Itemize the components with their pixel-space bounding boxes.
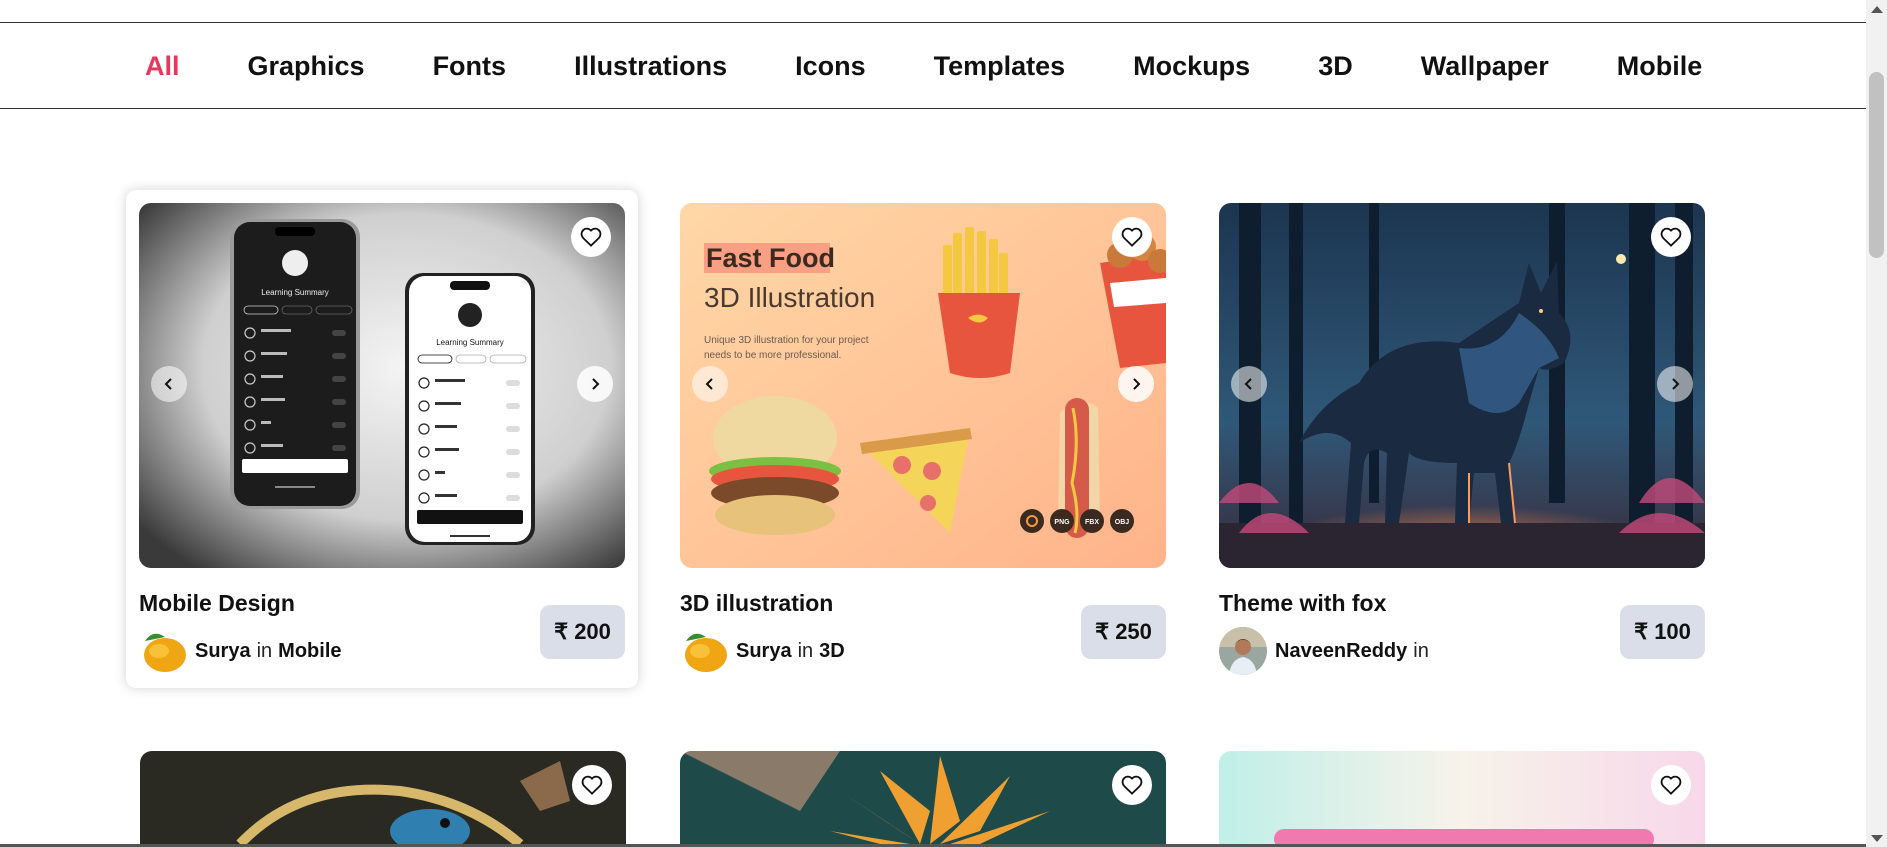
- product-card-3d-illustration[interactable]: Fast Food 3D Illustration Unique 3D illu…: [680, 203, 1166, 675]
- carousel-next-button[interactable]: [1118, 366, 1154, 402]
- product-card-row2-1[interactable]: [140, 751, 626, 844]
- nav-item-all[interactable]: All: [145, 51, 180, 82]
- svg-text:3D Illustration: 3D Illustration: [704, 282, 875, 313]
- carousel-next-button[interactable]: [577, 366, 613, 402]
- carousel-prev-button[interactable]: [1231, 366, 1267, 402]
- product-card-row2-2[interactable]: [680, 751, 1166, 844]
- favorite-button[interactable]: [572, 765, 612, 805]
- product-image-carousel[interactable]: Learning Summary Learning Summary: [139, 203, 625, 568]
- product-image-carousel[interactable]: [140, 751, 626, 844]
- avatar[interactable]: [139, 627, 187, 675]
- author-name[interactable]: Surya: [195, 640, 251, 663]
- favorite-button[interactable]: [571, 217, 611, 257]
- in-label: in: [797, 639, 814, 662]
- wolf-forest-image: [1219, 203, 1705, 568]
- author-name[interactable]: Surya: [736, 640, 792, 663]
- nav-item-icons[interactable]: Icons: [795, 51, 866, 82]
- nav-item-3d[interactable]: 3D: [1318, 51, 1353, 82]
- product-meta: NaveenReddy in ₹ 100: [1219, 605, 1705, 675]
- product-image-carousel[interactable]: [1219, 203, 1705, 568]
- product-card-theme-with-fox[interactable]: Theme with fox NaveenReddy in ₹ 100: [1219, 203, 1705, 675]
- chevron-left-icon: [1244, 378, 1252, 390]
- heart-icon: [1121, 227, 1143, 247]
- nav-item-graphics[interactable]: Graphics: [248, 51, 365, 82]
- svg-text:Unique 3D illustration for you: Unique 3D illustration for your project: [704, 335, 869, 346]
- scroll-up-button[interactable]: [1866, 0, 1887, 18]
- heart-icon: [1660, 227, 1682, 247]
- svg-text:Learning Summary: Learning Summary: [436, 338, 504, 347]
- nav-item-fonts[interactable]: Fonts: [433, 51, 507, 82]
- nav-item-templates[interactable]: Templates: [934, 51, 1066, 82]
- product-card-row2-3[interactable]: [1219, 751, 1705, 844]
- pastel-lettering-image: [1219, 751, 1705, 844]
- category-link[interactable]: 3D: [819, 640, 845, 663]
- heart-icon: [580, 227, 602, 247]
- product-card-mobile-design[interactable]: Learning Summary Learning Summary Mobile…: [126, 190, 638, 688]
- mango-avatar-icon: [139, 627, 187, 675]
- avatar[interactable]: [1219, 627, 1267, 675]
- heart-icon: [1121, 775, 1143, 795]
- nav-item-illustrations[interactable]: Illustrations: [574, 51, 727, 82]
- bird-artwork-image: [140, 751, 626, 844]
- chevron-left-icon: [164, 378, 172, 390]
- scrollbar-thumb[interactable]: [1869, 72, 1884, 258]
- favorite-button[interactable]: [1112, 765, 1152, 805]
- category-nav: All Graphics Fonts Illustrations Icons T…: [0, 23, 1866, 109]
- scroll-down-button[interactable]: [1866, 829, 1887, 847]
- svg-text:PNG: PNG: [1054, 519, 1070, 526]
- favorite-button[interactable]: [1112, 217, 1152, 257]
- chevron-left-icon: [705, 378, 713, 390]
- chevron-right-icon: [1672, 378, 1680, 390]
- svg-text:Fast Food: Fast Food: [706, 243, 835, 273]
- product-meta: Surya in 3D ₹ 250: [680, 605, 1166, 675]
- product-image-carousel[interactable]: Fast Food 3D Illustration Unique 3D illu…: [680, 203, 1166, 568]
- carousel-next-button[interactable]: [1657, 366, 1693, 402]
- arrow-up-icon: [1870, 5, 1883, 13]
- carousel-prev-button[interactable]: [692, 366, 728, 402]
- carousel-prev-button[interactable]: [151, 366, 187, 402]
- fast-food-illustration-image: Fast Food 3D Illustration Unique 3D illu…: [680, 203, 1166, 568]
- sunflower-artwork-image: [680, 751, 1166, 844]
- chevron-right-icon: [592, 378, 600, 390]
- user-photo-avatar: [1219, 627, 1267, 675]
- avatar[interactable]: [680, 627, 728, 675]
- chevron-right-icon: [1133, 378, 1141, 390]
- price-badge: ₹ 250: [1081, 605, 1166, 659]
- nav-item-mockups[interactable]: Mockups: [1133, 51, 1250, 82]
- mango-avatar-icon: [680, 627, 728, 675]
- category-link[interactable]: Mobile: [278, 640, 341, 663]
- author-name[interactable]: NaveenReddy: [1275, 640, 1407, 663]
- product-image-carousel[interactable]: [680, 751, 1166, 844]
- heart-icon: [581, 775, 603, 795]
- nav-item-wallpaper[interactable]: Wallpaper: [1421, 51, 1549, 82]
- price-badge: ₹ 100: [1620, 605, 1705, 659]
- svg-text:needs to be more professional.: needs to be more professional.: [704, 350, 841, 361]
- nav-item-mobile[interactable]: Mobile: [1617, 51, 1703, 82]
- in-label: in: [1413, 639, 1429, 662]
- heart-icon: [1660, 775, 1682, 795]
- svg-text:Learning Summary: Learning Summary: [261, 288, 329, 297]
- vertical-scrollbar[interactable]: [1866, 0, 1887, 847]
- favorite-button[interactable]: [1651, 217, 1691, 257]
- product-image-carousel[interactable]: [1219, 751, 1705, 844]
- svg-text:FBX: FBX: [1085, 519, 1099, 526]
- favorite-button[interactable]: [1651, 765, 1691, 805]
- svg-text:OBJ: OBJ: [1115, 519, 1130, 526]
- in-label: in: [256, 639, 273, 662]
- arrow-down-icon: [1870, 834, 1883, 842]
- price-badge: ₹ 200: [540, 605, 625, 659]
- product-meta: Surya in Mobile ₹ 200: [139, 605, 625, 675]
- mobile-mockup-image: Learning Summary Learning Summary: [139, 203, 625, 568]
